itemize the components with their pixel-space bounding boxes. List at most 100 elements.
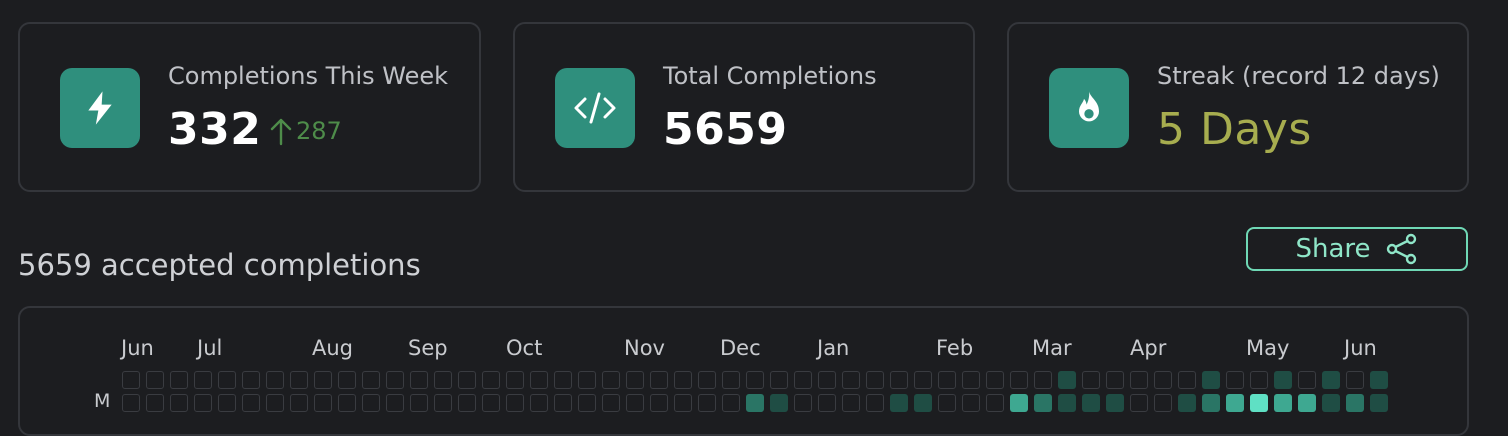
heatmap-cell — [554, 371, 572, 389]
heatmap-cell — [1250, 394, 1268, 412]
card-value: 5 Days — [1157, 104, 1312, 155]
heatmap-cell — [218, 371, 236, 389]
delta-value: 287 — [296, 117, 342, 145]
heatmap-cell — [242, 371, 260, 389]
heatmap-cell — [818, 394, 836, 412]
heatmap-cell — [602, 394, 620, 412]
heatmap-cell — [650, 394, 668, 412]
month-label: Mar — [1032, 336, 1072, 360]
heatmap-cell — [602, 371, 620, 389]
heatmap-cell — [1178, 371, 1196, 389]
heatmap-cell — [1058, 394, 1076, 412]
heatmap-cell — [626, 394, 644, 412]
heatmap-cell — [434, 371, 452, 389]
heatmap-cell — [962, 371, 980, 389]
code-icon — [555, 68, 635, 148]
heatmap-cell — [1322, 394, 1340, 412]
heatmap-cell — [1154, 371, 1172, 389]
heatmap-cell — [1202, 394, 1220, 412]
heatmap-cell — [650, 371, 668, 389]
heatmap-cell — [290, 394, 308, 412]
month-label: Feb — [936, 336, 974, 360]
section-title: 5659 accepted completions — [18, 248, 421, 282]
heatmap-cell — [938, 394, 956, 412]
heatmap-cell — [674, 371, 692, 389]
heatmap-cell — [722, 371, 740, 389]
heatmap-cell — [1082, 371, 1100, 389]
heatmap-cell — [722, 394, 740, 412]
heatmap-cell — [1250, 371, 1268, 389]
heatmap-cell — [866, 394, 884, 412]
heatmap-cell — [794, 394, 812, 412]
heatmap-cell — [770, 394, 788, 412]
heatmap-cell — [698, 394, 716, 412]
arrow-up-icon — [270, 118, 292, 146]
month-label: Jun — [1344, 336, 1377, 360]
flame-icon — [1049, 68, 1129, 148]
heatmap-cell — [1010, 371, 1028, 389]
heatmap-cell — [362, 394, 380, 412]
heatmap-cell — [746, 371, 764, 389]
heatmap-cell — [1130, 394, 1148, 412]
card-value: 5659 — [663, 104, 788, 155]
heatmap-cell — [1202, 371, 1220, 389]
heatmap-cell — [770, 371, 788, 389]
heatmap-cell — [794, 371, 812, 389]
heatmap-cell — [1226, 371, 1244, 389]
heatmap-cell — [218, 394, 236, 412]
heatmap-cell — [242, 394, 260, 412]
heatmap-cell — [386, 371, 404, 389]
heatmap-cell — [314, 371, 332, 389]
month-label: Jun — [121, 336, 154, 360]
month-label: Aug — [312, 336, 354, 360]
heatmap-cell — [1034, 371, 1052, 389]
heatmap-cell — [1346, 394, 1364, 412]
heatmap-cell — [938, 371, 956, 389]
heatmap-cell — [146, 371, 164, 389]
heatmap-cell — [530, 394, 548, 412]
heatmap-cell — [674, 394, 692, 412]
heatmap-cell — [1322, 371, 1340, 389]
heatmap-cell — [1106, 371, 1124, 389]
heatmap-cell — [170, 394, 188, 412]
month-label: Oct — [506, 336, 543, 360]
heatmap-cell — [986, 371, 1004, 389]
heatmap-cell — [914, 371, 932, 389]
month-label: Jan — [817, 336, 850, 360]
heatmap-cell — [506, 371, 524, 389]
heatmap-cell — [1298, 394, 1316, 412]
heatmap-cell — [1034, 394, 1052, 412]
heatmap-cell — [1130, 371, 1148, 389]
heatmap-cell — [1370, 371, 1388, 389]
heatmap-cell — [962, 394, 980, 412]
heatmap-cell — [458, 394, 476, 412]
month-label: Sep — [408, 336, 448, 360]
heatmap-cell — [1274, 371, 1292, 389]
completions-this-week-card: Completions This Week 332 287 — [18, 22, 481, 192]
heatmap-cell — [746, 394, 764, 412]
heatmap-cell — [698, 371, 716, 389]
share-label: Share — [1295, 234, 1371, 264]
total-completions-card: Total Completions 5659 — [513, 22, 975, 192]
card-label: Streak (record 12 days) — [1157, 62, 1440, 90]
heatmap-cell — [146, 394, 164, 412]
lightning-bolt-icon — [60, 68, 140, 148]
heatmap-cell — [194, 394, 212, 412]
heatmap-cell — [1370, 394, 1388, 412]
heatmap-cell — [554, 394, 572, 412]
heatmap-cell — [458, 371, 476, 389]
streak-card: Streak (record 12 days) 5 Days — [1007, 22, 1469, 192]
heatmap-cell — [290, 371, 308, 389]
share-button[interactable]: Share — [1246, 227, 1468, 271]
heatmap-cell — [818, 371, 836, 389]
heatmap-cell — [578, 371, 596, 389]
heatmap-cell — [530, 371, 548, 389]
heatmap-cell — [338, 394, 356, 412]
heatmap-cell — [914, 394, 932, 412]
heatmap-cell — [1226, 394, 1244, 412]
heatmap-cell — [1274, 394, 1292, 412]
heatmap-cell — [314, 394, 332, 412]
heatmap-cell — [194, 371, 212, 389]
heatmap-cell — [986, 394, 1004, 412]
heatmap-cell — [1010, 394, 1028, 412]
